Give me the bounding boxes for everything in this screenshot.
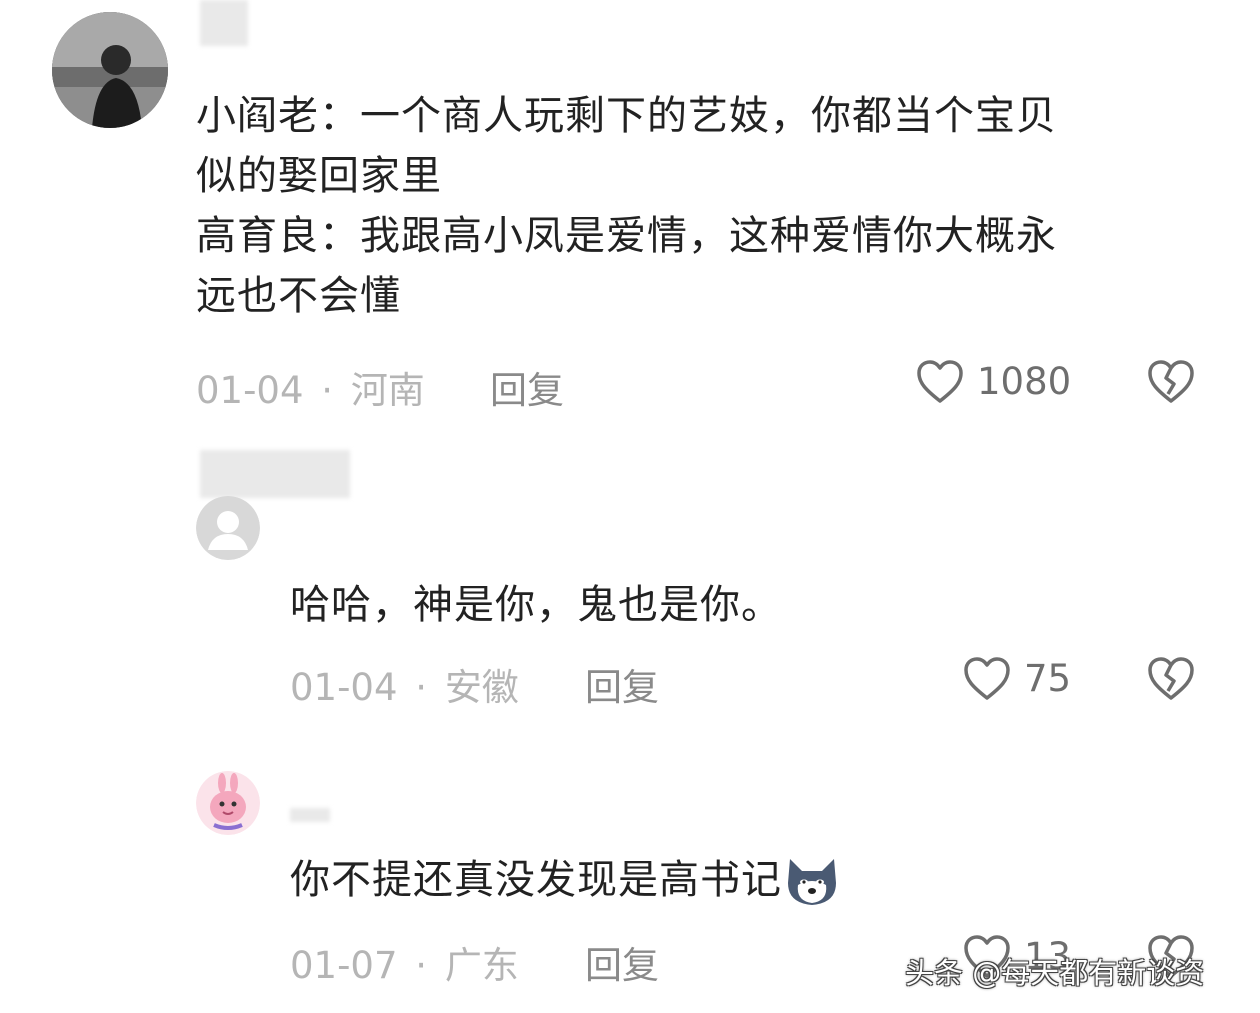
dislike-broken-heart-icon[interactable] bbox=[1146, 358, 1196, 406]
comment-text: 小阎老：一个商人玩剩下的艺妓，你都当个宝贝 似的娶回家里 高育良：我跟高小凤是爱… bbox=[196, 86, 1236, 326]
user-photo-avatar-icon[interactable] bbox=[52, 12, 168, 128]
comment-line: 小阎老：一个商人玩剩下的艺妓，你都当个宝贝 bbox=[196, 93, 1057, 139]
meta-separator: · bbox=[415, 944, 428, 987]
reply-button[interactable]: 回复 bbox=[585, 935, 659, 989]
comment-date: 01-04 bbox=[196, 369, 304, 412]
comment-date: 01-04 bbox=[290, 666, 398, 709]
comment-date: 01-07 bbox=[290, 944, 398, 987]
like-count: 1080 bbox=[977, 360, 1072, 403]
like-icon[interactable] bbox=[962, 655, 1012, 703]
meta-separator: · bbox=[415, 666, 428, 709]
comment-line: 似的娶回家里 bbox=[196, 153, 442, 199]
watermark: 头条 @每天都有新谈资 bbox=[905, 956, 1205, 990]
comment-line: 哈哈，神是你，鬼也是你。 bbox=[290, 582, 782, 628]
comment-meta: 01-07 · 广东 bbox=[290, 935, 519, 989]
default-user-avatar-icon[interactable] bbox=[196, 496, 260, 560]
like-count: 75 bbox=[1024, 657, 1072, 700]
comment-text: 哈哈，神是你，鬼也是你。 bbox=[290, 575, 1190, 635]
meta-separator: · bbox=[321, 369, 334, 412]
reply-button[interactable]: 回复 bbox=[585, 657, 659, 711]
reply-button[interactable]: 回复 bbox=[490, 360, 564, 414]
comment-line: 你不提还真没发现是高书记 bbox=[290, 857, 782, 903]
comment-location: 安徽 bbox=[444, 666, 519, 709]
like-icon[interactable] bbox=[915, 358, 965, 406]
comment-location: 广东 bbox=[444, 944, 519, 987]
comment-text: 你不提还真没发现是高书记 bbox=[290, 850, 1190, 910]
comment-meta: 01-04 · 河南 bbox=[196, 360, 425, 414]
comment-line: 高育良：我跟高小凤是爱情，这种爱情你大概永 bbox=[196, 213, 1057, 259]
dislike-broken-heart-icon[interactable] bbox=[1146, 655, 1196, 703]
blurred-username bbox=[200, 0, 248, 46]
comment-line: 远也不会懂 bbox=[196, 273, 401, 319]
blurred-username bbox=[200, 450, 350, 498]
dog-emoji-icon bbox=[782, 855, 842, 909]
comment-location: 河南 bbox=[350, 369, 425, 412]
comment-meta: 01-04 · 安徽 bbox=[290, 657, 519, 711]
cartoon-avatar-icon[interactable] bbox=[196, 771, 260, 835]
blurred-username bbox=[290, 808, 330, 822]
